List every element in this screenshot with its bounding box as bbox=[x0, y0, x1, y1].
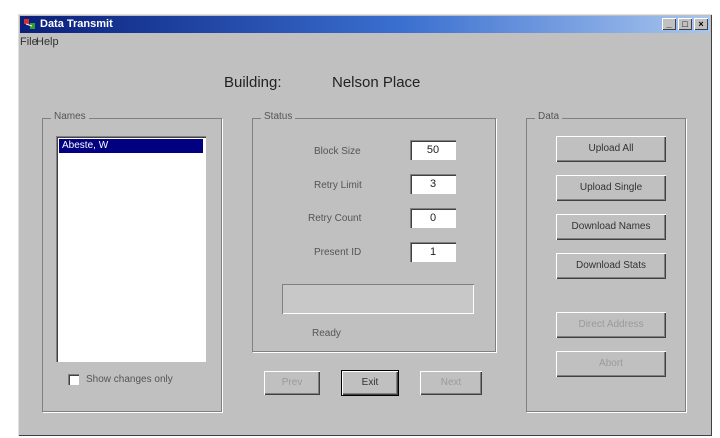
title-bar[interactable]: Data Transmit _ □ × bbox=[20, 16, 710, 33]
menu-help[interactable]: Help bbox=[36, 36, 59, 48]
block-size-field[interactable]: 50 bbox=[410, 140, 456, 160]
show-changes-checkbox[interactable] bbox=[68, 374, 79, 385]
abort-button[interactable]: Abort bbox=[556, 351, 666, 377]
upload-all-button[interactable]: Upload All bbox=[556, 136, 666, 162]
window-title: Data Transmit bbox=[40, 18, 113, 30]
window-controls: _ □ × bbox=[660, 18, 708, 30]
status-group: Status bbox=[252, 111, 496, 352]
list-item[interactable]: Abeste, W bbox=[59, 139, 203, 153]
prev-button[interactable]: Prev bbox=[264, 371, 320, 395]
show-changes-label: Show changes only bbox=[86, 374, 173, 385]
menu-bar: File Help bbox=[20, 34, 710, 50]
present-id-label: Present ID bbox=[314, 247, 362, 258]
data-transmit-window: Data Transmit _ □ × File Help Building: … bbox=[18, 14, 712, 436]
retry-count-field[interactable]: 0 bbox=[410, 208, 456, 228]
direct-address-button[interactable]: Direct Address bbox=[556, 312, 666, 338]
exit-button[interactable]: Exit bbox=[341, 370, 399, 396]
upload-single-button[interactable]: Upload Single bbox=[556, 175, 666, 201]
retry-limit-field[interactable]: 3 bbox=[410, 174, 456, 194]
app-icon bbox=[24, 19, 35, 29]
block-size-label: Block Size bbox=[314, 146, 361, 157]
data-group-label: Data bbox=[535, 111, 563, 122]
retry-limit-label: Retry Limit bbox=[314, 180, 362, 191]
minimize-button[interactable]: _ bbox=[662, 18, 676, 30]
download-names-button[interactable]: Download Names bbox=[556, 214, 666, 240]
status-group-label: Status bbox=[261, 111, 296, 122]
download-stats-button[interactable]: Download Stats bbox=[556, 253, 666, 279]
progress-bar bbox=[282, 284, 474, 314]
status-text: Ready bbox=[312, 328, 341, 339]
names-listbox[interactable]: Abeste, W bbox=[56, 136, 206, 362]
building-label: Building: bbox=[224, 74, 282, 91]
next-button[interactable]: Next bbox=[420, 371, 482, 395]
maximize-button[interactable]: □ bbox=[678, 18, 692, 30]
present-id-field[interactable]: 1 bbox=[410, 242, 456, 262]
retry-count-label: Retry Count bbox=[308, 213, 362, 224]
building-name: Nelson Place bbox=[332, 74, 421, 91]
names-group-label: Names bbox=[51, 111, 89, 122]
close-button[interactable]: × bbox=[694, 18, 708, 30]
